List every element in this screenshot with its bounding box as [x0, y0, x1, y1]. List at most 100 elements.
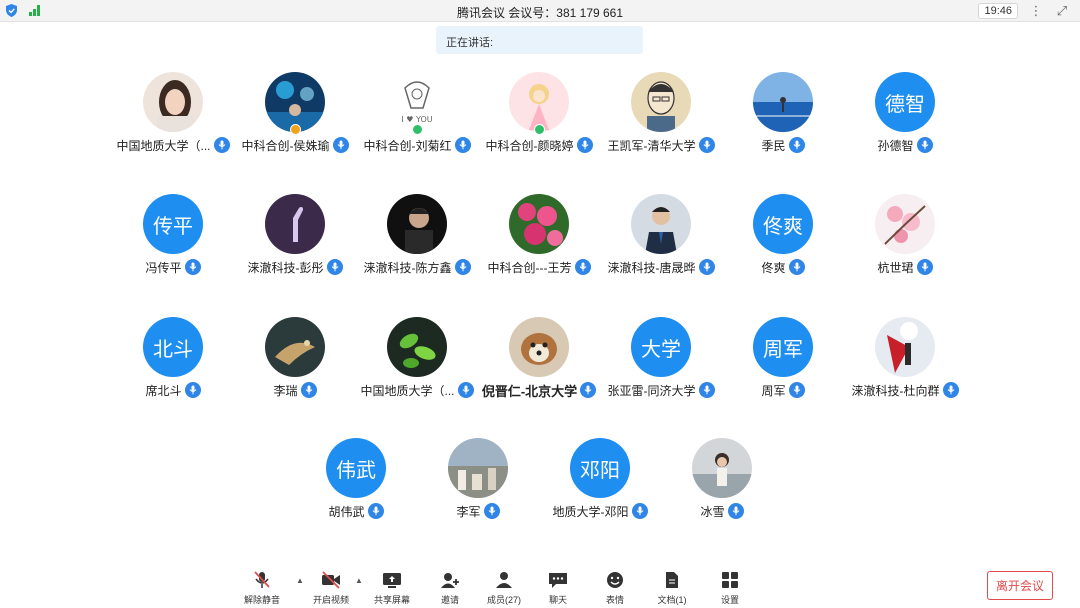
participant-name-row: 孙德智 — [834, 136, 976, 154]
toolbar-button[interactable]: 聊天 — [528, 570, 588, 606]
participant-tile[interactable]: 王凯军-清华大学 — [600, 72, 722, 162]
leave-meeting-button[interactable]: 离开会议 — [987, 571, 1053, 600]
participant-tile[interactable]: 倪晋仁-北京大学 — [478, 317, 600, 407]
participant-tile[interactable]: 大学 张亚雷-同济大学 — [600, 317, 722, 407]
toolbar-button[interactable]: 开启视频 — [301, 570, 361, 606]
toolbar-button-label: 聊天 — [548, 595, 567, 605]
participant-name: 中国地质大学（... — [360, 383, 455, 398]
avatar-photo — [387, 317, 447, 377]
participant-tile[interactable]: 中科合创---王芳 — [478, 194, 600, 284]
participant-name: 涞澈科技-唐晟晔 — [607, 260, 696, 275]
participant-tile[interactable]: 中国地质大学（... — [112, 72, 234, 162]
host-badge-icon — [290, 124, 301, 135]
participant-name-row: 季民 — [712, 136, 854, 154]
participant-name-row: 冰雪 — [651, 502, 793, 520]
participant-name: 冯传平 — [145, 260, 182, 275]
participant-name: 杭世珺 — [877, 260, 914, 275]
participant-tile[interactable]: 传平 冯传平 — [112, 194, 234, 284]
participant-name: 冰雪 — [700, 504, 725, 519]
toolbar-button[interactable]: 解除静音 — [232, 570, 292, 606]
participant-name-row: 中科合创-刘菊红 — [346, 136, 488, 154]
toolbar-button-label: 开启视频 — [312, 595, 349, 605]
participant-tile[interactable]: 佟爽 佟爽 — [722, 194, 844, 284]
participant-name: 中国地质大学（... — [116, 138, 211, 153]
participant-tile[interactable]: 邓阳 地质大学-邓阳 — [539, 438, 661, 528]
avatar-initials: 伟武 — [326, 438, 386, 498]
toolbar-button[interactable]: 邀请 — [420, 570, 480, 606]
participant-tile[interactable]: 杭世珺 — [844, 194, 966, 284]
host-badge-icon — [412, 124, 423, 135]
mic-icon — [574, 259, 591, 275]
toolbar-button[interactable]: 共享屏幕 — [362, 570, 422, 606]
avatar-initials: 德智 — [875, 72, 935, 132]
invite-icon — [439, 570, 461, 590]
toolbar-button-label: 邀请 — [440, 595, 459, 605]
participant-name-row: 涞澈科技-杜向群 — [834, 381, 976, 399]
bottom-toolbar: 解除静音 开启视频 共享屏幕 邀请 成员(27) 聊天 表情 文档(1) 设置 ▲ ▲ — [0, 560, 1080, 608]
participant-tile[interactable]: 冰雪 — [661, 438, 783, 528]
avatar-photo — [265, 72, 325, 132]
participant-name-row: 席北斗 — [102, 381, 244, 399]
participant-name-row: 李瑞 — [224, 381, 366, 399]
participant-tile[interactable]: 涞澈科技-杜向群 — [844, 317, 966, 407]
mic-icon — [326, 259, 343, 275]
host-badge-icon — [534, 124, 545, 135]
mic-icon — [788, 137, 805, 153]
participant-name: 李瑞 — [273, 383, 298, 398]
toolbar-button-label: 文档(1) — [657, 595, 687, 605]
participant-name-row: 地质大学-邓阳 — [529, 502, 671, 520]
toolbar-button[interactable]: 文档(1) — [642, 570, 702, 606]
avatar-initials: 邓阳 — [570, 438, 630, 498]
participant-tile[interactable]: 涞澈科技-陈方鑫 — [356, 194, 478, 284]
mic-icon — [916, 259, 933, 275]
video-off-icon — [320, 570, 342, 590]
participant-name-row: 王凯军-清华大学 — [590, 136, 732, 154]
avatar-initials: 传平 — [143, 194, 203, 254]
participant-tile[interactable]: 中科合创-侯姝瑜 — [234, 72, 356, 162]
participant-tile[interactable]: 伟武 胡伟武 — [295, 438, 417, 528]
participant-name-row: 李军 — [407, 502, 549, 520]
chevron-up-icon[interactable]: ▲ — [355, 576, 363, 585]
avatar-photo — [631, 194, 691, 254]
participant-name-row: 涞澈科技-唐晟晔 — [590, 258, 732, 276]
avatar-photo: I ♥ YOU — [387, 72, 447, 132]
participant-name-row: 胡伟武 — [285, 502, 427, 520]
mic-icon — [788, 382, 805, 398]
emoji-icon — [604, 570, 626, 590]
participant-tile[interactable]: 李军 — [417, 438, 539, 528]
participant-tile[interactable]: 德智 孙德智 — [844, 72, 966, 162]
participant-name-row: 涞澈科技-陈方鑫 — [346, 258, 488, 276]
chevron-up-icon[interactable]: ▲ — [296, 576, 304, 585]
toolbar-button-label: 表情 — [605, 595, 624, 605]
toolbar-button[interactable]: 表情 — [585, 570, 645, 606]
participant-name: 中科合创-侯姝瑜 — [241, 138, 330, 153]
participant-tile[interactable]: 季民 — [722, 72, 844, 162]
avatar-photo — [265, 317, 325, 377]
participant-name-row: 佟爽 — [712, 258, 854, 276]
participant-tile[interactable]: 涞澈科技-彭彤 — [234, 194, 356, 284]
participant-name: 倪晋仁-北京大学 — [481, 383, 578, 399]
participant-name-row: 周军 — [712, 381, 854, 399]
mic-icon — [184, 382, 201, 398]
participant-name-row: 中科合创-侯姝瑜 — [224, 136, 366, 154]
toolbar-button[interactable]: 设置 — [700, 570, 760, 606]
participant-tile[interactable]: 北斗 席北斗 — [112, 317, 234, 407]
toolbar-button[interactable]: 成员(27) — [474, 570, 534, 606]
participant-name: 涞澈科技-陈方鑫 — [363, 260, 452, 275]
participant-name: 中科合创---王芳 — [487, 260, 572, 275]
mic-icon — [483, 503, 500, 519]
mic-icon — [631, 503, 648, 519]
mic-icon — [184, 259, 201, 275]
participant-name-row: 中国地质大学（... — [346, 381, 488, 399]
participant-tile[interactable]: I ♥ YOU 中科合创-刘菊红 — [356, 72, 478, 162]
participant-name-row: 涞澈科技-彭彤 — [224, 258, 366, 276]
participant-tile[interactable]: 涞澈科技-唐晟晔 — [600, 194, 722, 284]
participant-tile[interactable]: 周军 周军 — [722, 317, 844, 407]
participant-tile[interactable]: 中科合创-颜晓婷 — [478, 72, 600, 162]
avatar-initials: 周军 — [753, 317, 813, 377]
participant-name: 席北斗 — [145, 383, 182, 398]
participant-tile[interactable]: 中国地质大学（... — [356, 317, 478, 407]
avatar-photo — [143, 72, 203, 132]
participant-tile[interactable]: 李瑞 — [234, 317, 356, 407]
avatar-photo — [692, 438, 752, 498]
